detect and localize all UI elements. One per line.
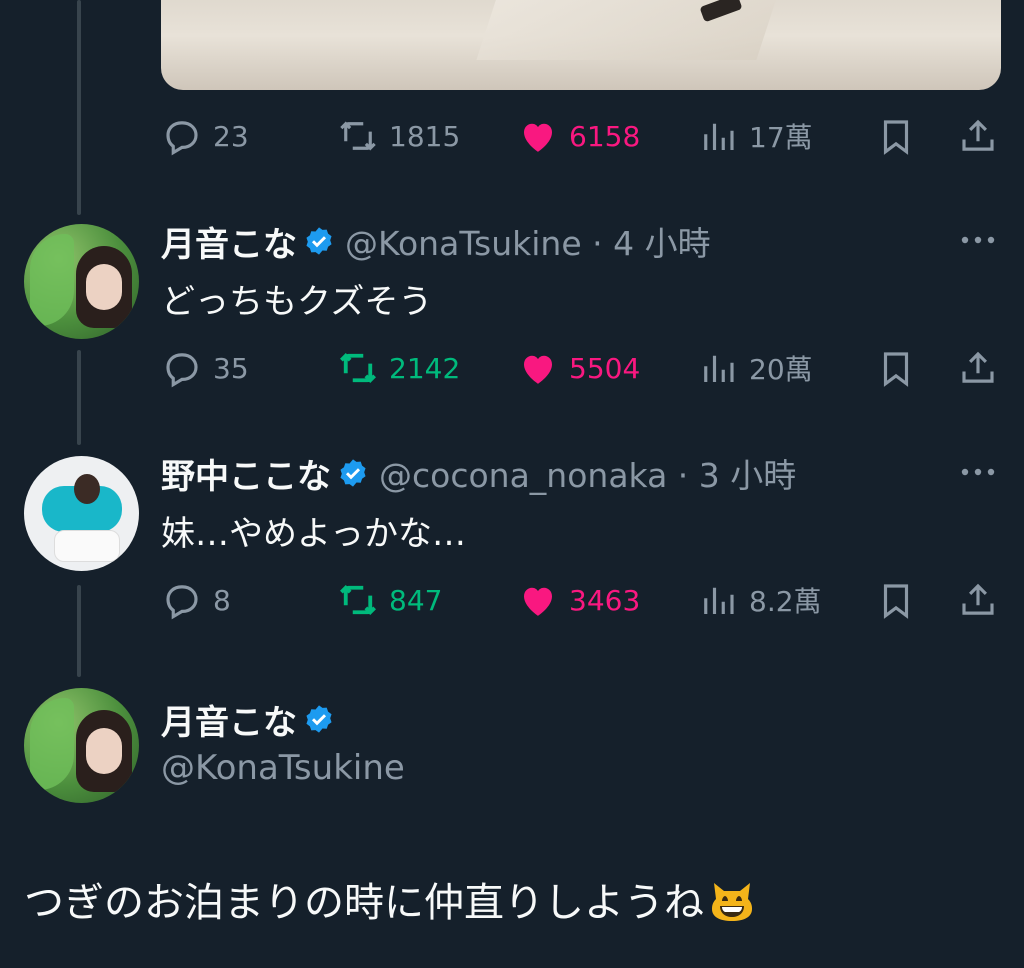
reply1-name[interactable]: 月音こな: [161, 217, 297, 266]
more-icon: [961, 468, 995, 476]
thread-line-bottom: [77, 585, 81, 677]
like-count: 5504: [569, 351, 641, 385]
views-icon: [704, 123, 734, 150]
reply2-actions: 8 847 3463 8.2萬: [161, 575, 997, 625]
views-icon: [704, 355, 734, 382]
bookmark-icon: [883, 120, 909, 155]
views-button[interactable]: 20萬: [697, 343, 813, 393]
retweet-icon: [340, 121, 376, 151]
reply1-actions: 35 2142 5504 20萬: [161, 343, 997, 393]
like-icon: [524, 355, 552, 384]
reply-count: 23: [213, 119, 249, 153]
reply2-handle-time[interactable]: @cocona_nonaka · 3 小時: [379, 449, 796, 497]
reply1-header: 月音こな @KonaTsukine · 4 小時: [161, 217, 711, 266]
like-button[interactable]: 6158: [517, 111, 640, 161]
view-count: 20萬: [749, 353, 813, 386]
retweet-button[interactable]: 1815: [337, 111, 460, 161]
more-button[interactable]: [958, 220, 998, 260]
reply2-header: 野中ここな @cocona_nonaka · 3 小時: [161, 449, 796, 498]
bookmark-button[interactable]: [875, 575, 917, 625]
retweet-button[interactable]: 847: [337, 575, 442, 625]
views-icon: [704, 587, 734, 614]
reply-icon: [166, 353, 198, 388]
view-count: 8.2萬: [749, 585, 822, 618]
share-icon: [962, 119, 994, 151]
reply-count: 8: [213, 583, 231, 617]
verified-icon: [306, 705, 332, 733]
avatar-kona[interactable]: [24, 224, 139, 339]
verified-icon: [306, 227, 332, 255]
reply2-name[interactable]: 野中ここな: [161, 449, 331, 498]
share-icon: [962, 583, 994, 615]
share-button[interactable]: [957, 575, 999, 625]
avatar-kona-main[interactable]: [24, 688, 139, 803]
views-button[interactable]: 17萬: [697, 111, 813, 161]
tweet-media-image[interactable]: [161, 0, 1001, 90]
bookmark-button[interactable]: [875, 343, 917, 393]
grinning-cat-emoji: [712, 883, 752, 921]
views-button[interactable]: 8.2萬: [697, 575, 822, 625]
reply-count: 35: [213, 351, 249, 385]
like-icon: [524, 587, 552, 616]
main-name[interactable]: 月音こな: [161, 695, 297, 744]
reply-button[interactable]: 23: [161, 111, 249, 161]
share-button[interactable]: [957, 343, 999, 393]
reply1-handle-time[interactable]: @KonaTsukine · 4 小時: [345, 217, 711, 265]
retweet-count: 847: [389, 583, 443, 617]
avatar-cocona[interactable]: [24, 456, 139, 571]
main-handle[interactable]: @KonaTsukine: [161, 748, 405, 788]
reply-icon: [166, 585, 198, 620]
more-icon: [961, 236, 995, 244]
verified-icon: [340, 459, 366, 487]
reply1-text: どっちもクズそう: [161, 282, 433, 322]
top-tweet-actions: 23 1815 6158 17萬: [161, 111, 997, 161]
like-count: 6158: [569, 119, 641, 153]
main-header: 月音こな: [161, 695, 345, 744]
like-icon: [524, 123, 552, 152]
like-button[interactable]: 5504: [517, 343, 640, 393]
retweet-button[interactable]: 2142: [337, 343, 460, 393]
reply-icon: [166, 121, 198, 156]
retweet-icon: [340, 353, 376, 383]
like-button[interactable]: 3463: [517, 575, 640, 625]
bookmark-icon: [883, 352, 909, 387]
reply2-text: 妹…やめよっかな…: [161, 514, 466, 554]
share-icon: [962, 351, 994, 383]
bookmark-icon: [883, 584, 909, 619]
reply-button[interactable]: 8: [161, 575, 231, 625]
thread-line-top: [77, 0, 81, 215]
reply-button[interactable]: 35: [161, 343, 249, 393]
like-count: 3463: [569, 583, 641, 617]
bookmark-button[interactable]: [875, 111, 917, 161]
thread-line-mid: [77, 350, 81, 445]
retweet-count: 2142: [389, 351, 461, 385]
main-tweet-text: つぎのお泊まりの時に仲直りしようね: [24, 880, 704, 926]
view-count: 17萬: [749, 121, 813, 154]
retweet-icon: [340, 585, 376, 615]
retweet-count: 1815: [389, 119, 461, 153]
main-tweet-text-row: つぎのお泊まりの時に仲直りしようね: [24, 870, 756, 928]
more-button[interactable]: [958, 452, 998, 492]
share-button[interactable]: [957, 111, 999, 161]
